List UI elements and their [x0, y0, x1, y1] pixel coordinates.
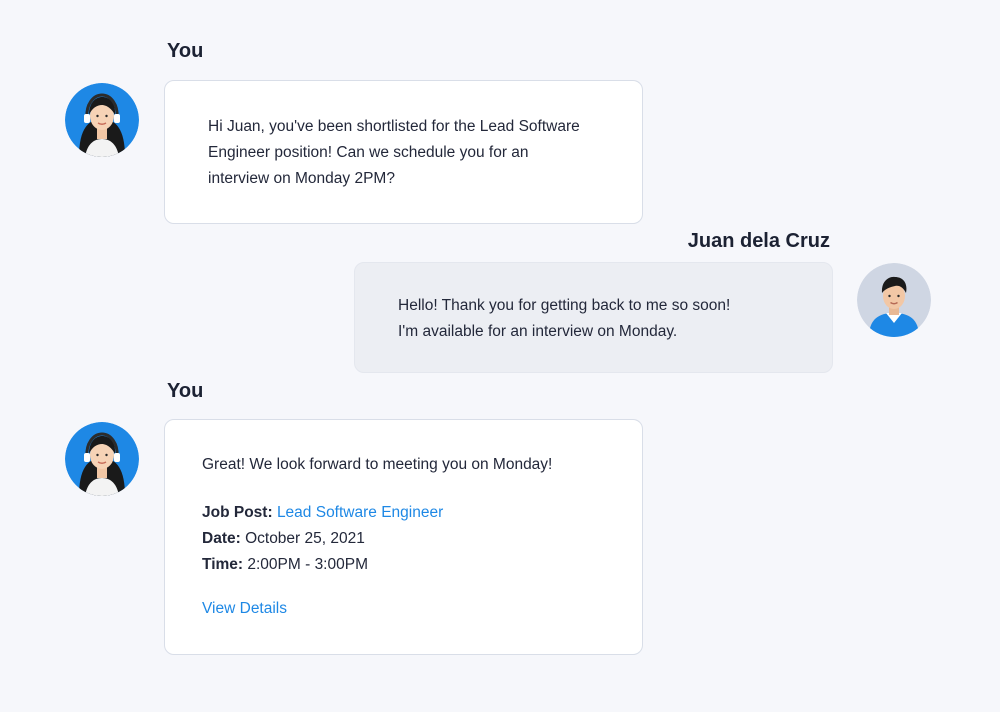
date-detail: Date: October 25, 2021 — [202, 526, 642, 552]
message-text: I'm available for an interview on Monday… — [398, 323, 678, 340]
message-text: Great! We look forward to meeting you on… — [202, 456, 553, 473]
message-text: interview on Monday 2PM? — [208, 170, 395, 187]
candidate-avatar-icon — [857, 263, 931, 337]
time-label: Time: — [202, 556, 244, 573]
date-label: Date: — [202, 530, 241, 547]
date-value: October 25, 2021 — [245, 530, 365, 547]
message-text: Engineer position! Can we schedule you f… — [208, 144, 529, 161]
sender-name: You — [167, 380, 204, 402]
sender-name: Juan dela Cruz — [687, 230, 830, 252]
message-text: Hi Juan, you've been shortlisted for the… — [208, 118, 580, 135]
recruiter-avatar-icon — [65, 83, 139, 157]
recruiter-avatar-icon — [65, 422, 139, 496]
sender-name: You — [167, 40, 204, 62]
time-value: 2:00PM - 3:00PM — [247, 556, 368, 573]
job-post-link[interactable]: Lead Software Engineer — [277, 504, 443, 521]
message-bubble: Great! We look forward to meeting you on… — [164, 419, 643, 655]
message-text: Hello! Thank you for getting back to me … — [398, 297, 731, 314]
message-bubble: Hello! Thank you for getting back to me … — [354, 262, 833, 373]
job-post-detail: Job Post: Lead Software Engineer — [202, 500, 642, 526]
message-bubble: Hi Juan, you've been shortlisted for the… — [164, 80, 643, 224]
time-detail: Time: 2:00PM - 3:00PM — [202, 552, 642, 578]
view-details-link[interactable]: View Details — [202, 596, 642, 622]
job-post-label: Job Post: — [202, 504, 273, 521]
